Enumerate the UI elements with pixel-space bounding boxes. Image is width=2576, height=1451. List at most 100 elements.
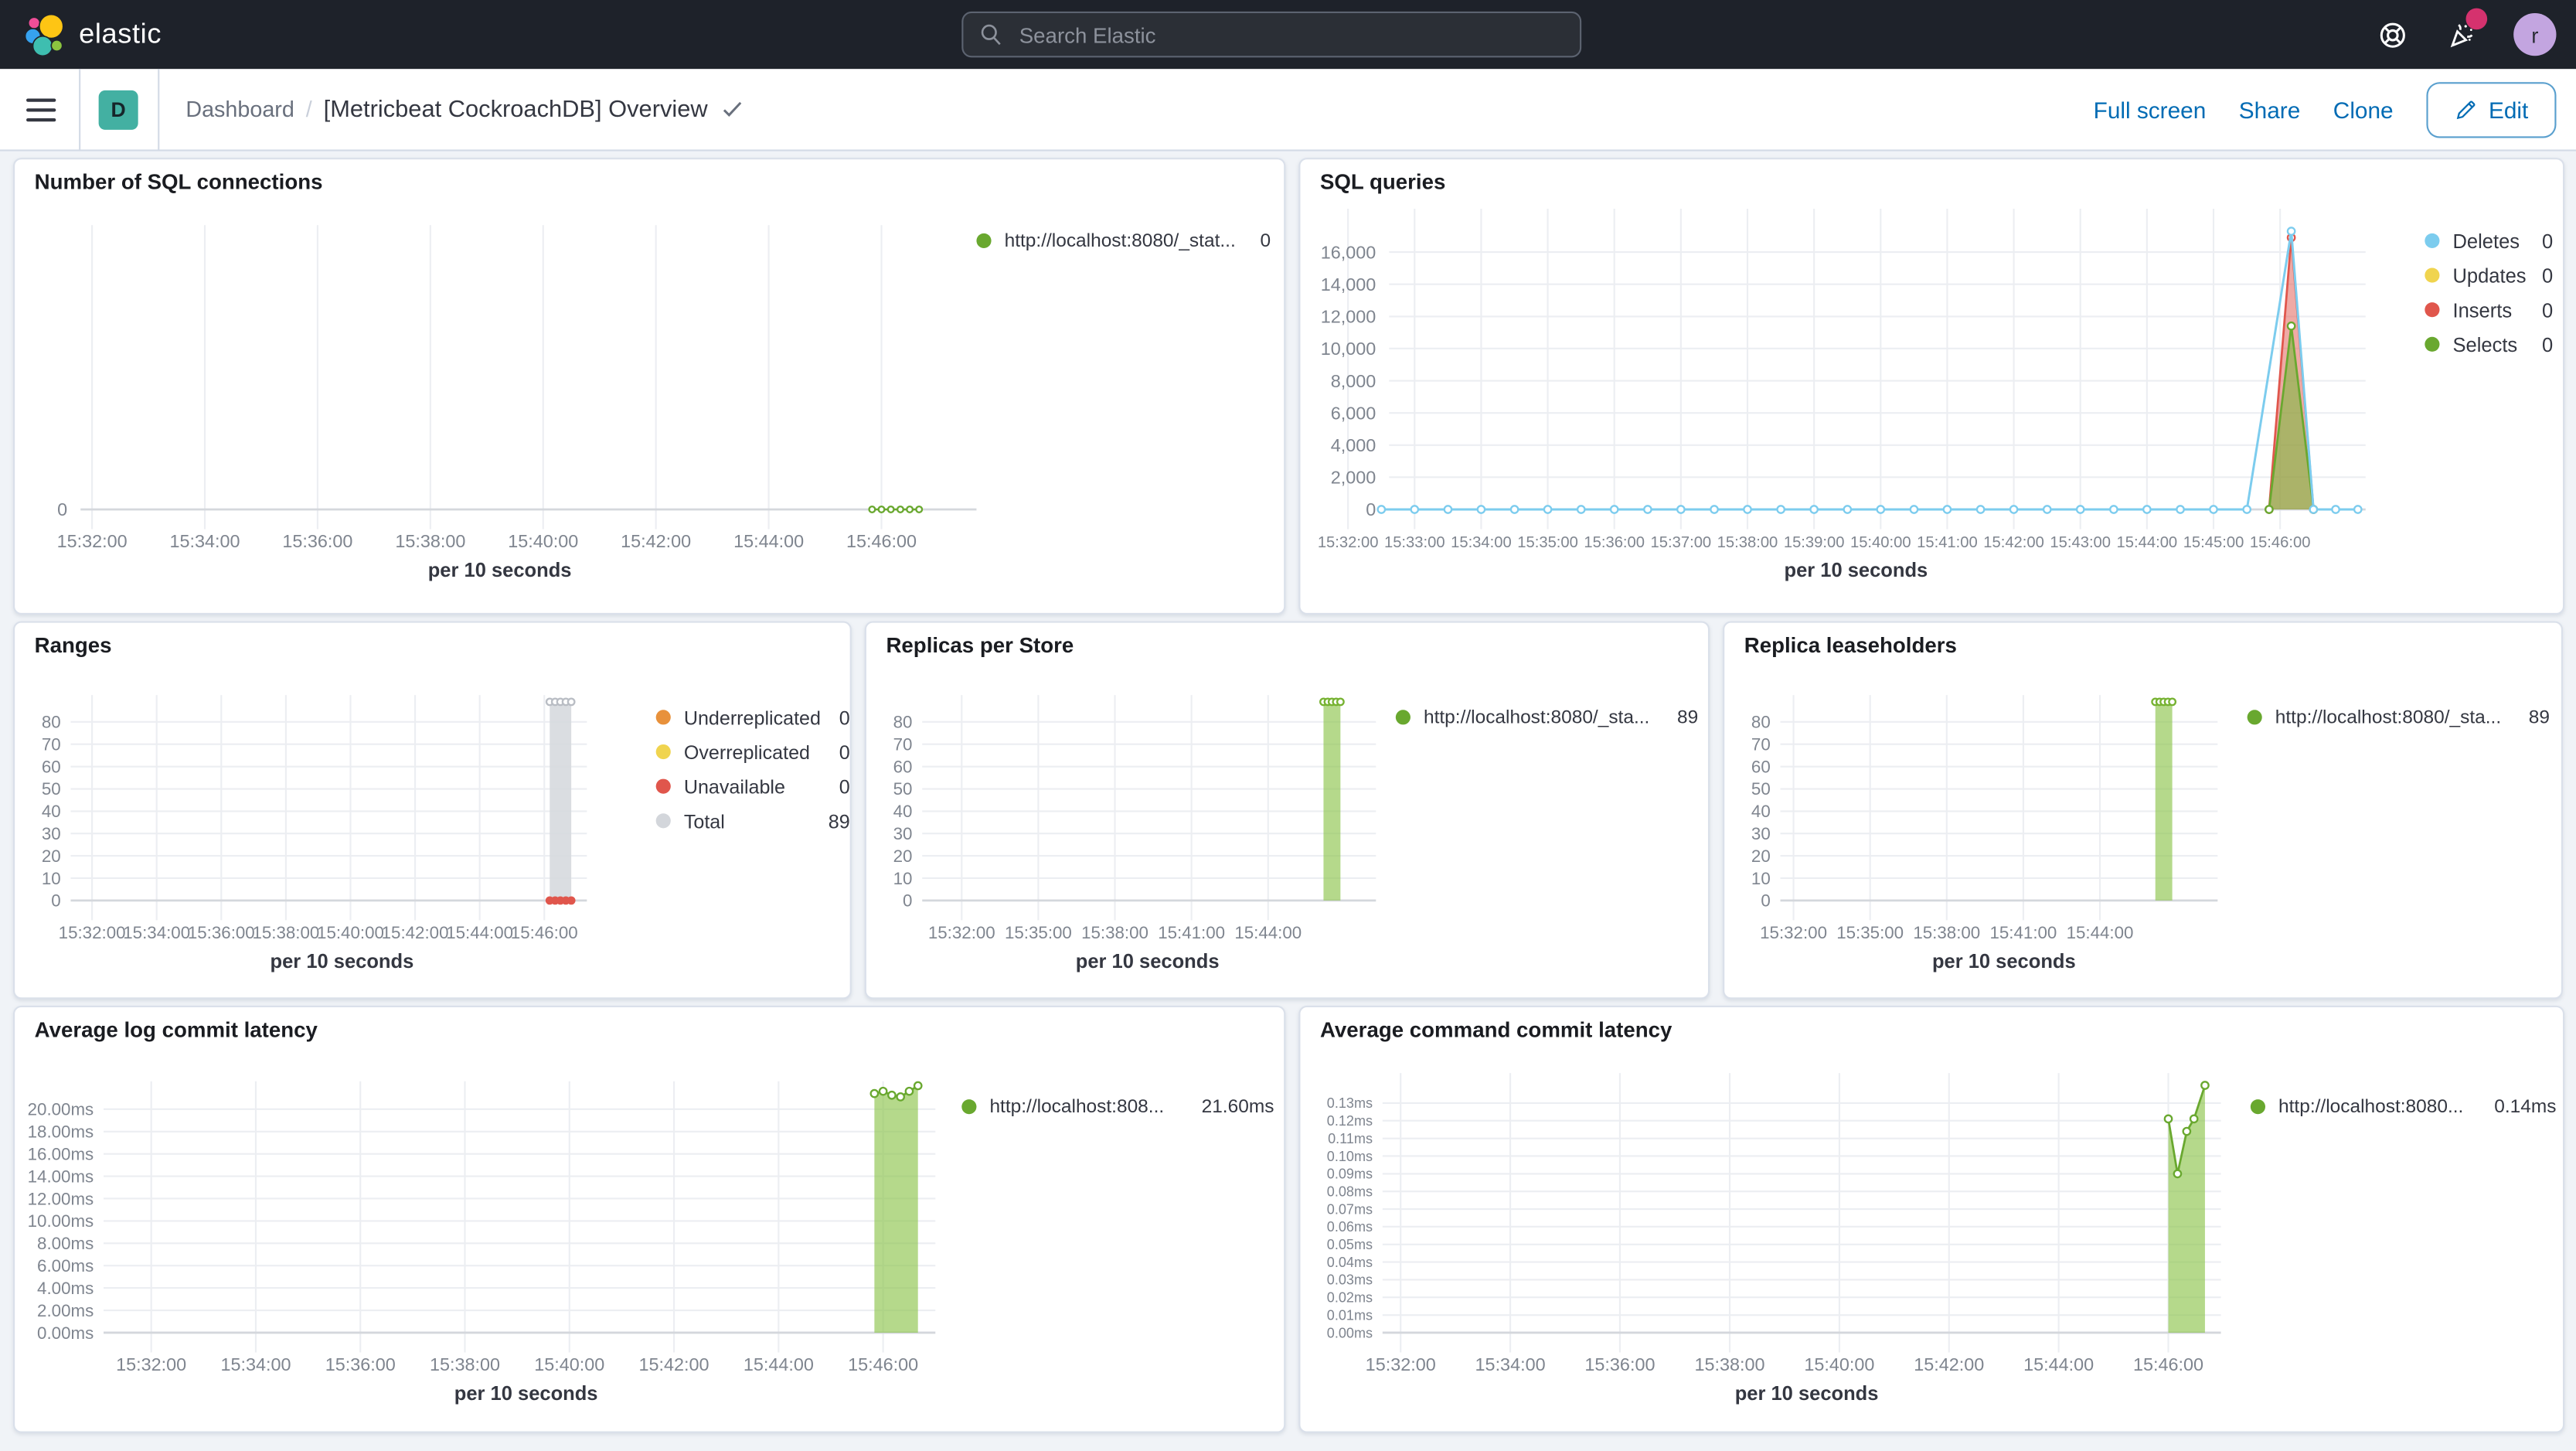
legend-value: 21.60ms — [1201, 1096, 1274, 1117]
svg-text:15:38:00: 15:38:00 — [1695, 1354, 1765, 1374]
svg-text:15:44:00: 15:44:00 — [744, 1354, 814, 1374]
legend-item[interactable]: Deletes 0 — [2425, 223, 2553, 258]
toolbar-divider — [79, 68, 81, 151]
series-leaseholders — [2151, 697, 2177, 901]
share-button[interactable]: Share — [2239, 97, 2300, 123]
svg-text:15:38:00: 15:38:00 — [1913, 923, 1980, 942]
help-icon[interactable] — [2376, 18, 2409, 51]
legend-value: 0 — [839, 740, 850, 764]
legend-value: 89 — [2528, 707, 2550, 727]
legend-item[interactable]: Inserts 0 — [2425, 292, 2553, 327]
svg-text:0.02ms: 0.02ms — [1327, 1290, 1373, 1306]
svg-text:15:45:00: 15:45:00 — [2183, 534, 2244, 551]
global-search[interactable] — [961, 11, 1582, 58]
legend-color-dot — [976, 233, 992, 248]
space-badge[interactable]: D — [98, 89, 138, 129]
elastic-logo[interactable]: elastic — [23, 13, 162, 56]
svg-text:0.04ms: 0.04ms — [1327, 1255, 1373, 1270]
legend-item[interactable]: Selects 0 — [2425, 327, 2553, 362]
grid — [80, 225, 977, 530]
svg-text:0: 0 — [1366, 499, 1376, 519]
svg-text:15:44:00: 15:44:00 — [2117, 534, 2178, 551]
svg-text:0.11ms: 0.11ms — [1328, 1131, 1373, 1146]
legend-value: 0 — [839, 705, 850, 729]
svg-text:15:42:00: 15:42:00 — [621, 531, 691, 551]
elastic-logo-icon — [24, 13, 64, 56]
legend-item[interactable]: Underreplicated 0 — [655, 700, 850, 735]
full-screen-button[interactable]: Full screen — [2094, 97, 2207, 123]
chart-legend: Underreplicated 0 Overreplicated 0 Unavailab… — [655, 700, 850, 839]
svg-text:15:46:00: 15:46:00 — [2250, 534, 2311, 551]
series-replicas — [1319, 697, 1345, 901]
svg-text:60: 60 — [893, 758, 913, 777]
x-axis-title: per 10 seconds — [454, 1383, 598, 1405]
series-Total — [545, 697, 576, 901]
svg-text:0: 0 — [1761, 891, 1770, 911]
svg-text:15:34:00: 15:34:00 — [1475, 1354, 1546, 1374]
x-axis-title: per 10 seconds — [271, 951, 414, 972]
x-axis-labels: 15:32:0015:34:0015:36:0015:38:0015:40:00… — [116, 1354, 918, 1374]
svg-text:10: 10 — [42, 869, 61, 888]
svg-text:80: 80 — [893, 713, 913, 732]
legend-item[interactable]: Unavailable 0 — [655, 769, 850, 804]
newsfeed-icon[interactable] — [2445, 8, 2488, 51]
svg-text:15:44:00: 15:44:00 — [2023, 1354, 2094, 1374]
clone-button[interactable]: Clone — [2333, 97, 2394, 123]
legend-item[interactable]: http://localhost:808... 21.60ms — [961, 1089, 1274, 1124]
legend-value: 89 — [1676, 707, 1699, 727]
svg-text:15:36:00: 15:36:00 — [282, 531, 352, 551]
legend-item[interactable]: http://localhost:8080... 0.14ms — [2250, 1089, 2556, 1124]
svg-text:15:37:00: 15:37:00 — [1651, 534, 1712, 551]
legend-value: 0 — [1260, 230, 1271, 251]
svg-text:15:38:00: 15:38:00 — [395, 531, 465, 551]
legend-color-dot — [1395, 710, 1411, 725]
legend-item[interactable]: Total 89 — [655, 803, 850, 838]
legend-color-dot — [2425, 267, 2440, 283]
svg-text:60: 60 — [1751, 758, 1771, 777]
svg-text:6,000: 6,000 — [1331, 403, 1376, 423]
svg-text:60: 60 — [42, 758, 61, 777]
panel-replica-leaseholders: Replica leaseholders 0 10 20 30 40 50 60 70 80 15… — [1723, 621, 2563, 1000]
legend-item[interactable]: http://localhost:8080/_stat... 0 — [976, 223, 1271, 258]
legend-label: Selects — [2452, 332, 2518, 356]
menu-icon[interactable] — [26, 97, 56, 121]
notification-badge — [2465, 8, 2488, 30]
dashboard-title[interactable]: [Metricbeat CockroachDB] Overview — [324, 96, 743, 122]
svg-text:50: 50 — [42, 779, 61, 799]
legend-item[interactable]: Overreplicated 0 — [655, 734, 850, 769]
y-axis-labels: 0.00ms 2.00ms 4.00ms 6.00ms 8.00ms 10.00ms 12.… — [28, 1100, 94, 1343]
svg-text:0.06ms: 0.06ms — [1327, 1219, 1373, 1235]
search-input[interactable] — [1016, 20, 1516, 49]
legend-color-dot — [2425, 233, 2440, 248]
svg-text:15:44:00: 15:44:00 — [1234, 923, 1302, 942]
svg-text:12,000: 12,000 — [1321, 306, 1376, 326]
edit-button[interactable]: Edit — [2426, 82, 2557, 138]
legend-label: http://localhost:808... — [989, 1096, 1165, 1117]
svg-text:0.13ms: 0.13ms — [1327, 1095, 1373, 1111]
legend-item[interactable]: http://localhost:8080/_sta... 89 — [1395, 700, 1699, 735]
user-avatar[interactable]: r — [2513, 13, 2557, 56]
svg-text:15:38:00: 15:38:00 — [1717, 534, 1778, 551]
legend-item[interactable]: Updates 0 — [2425, 258, 2553, 293]
legend-value: 89 — [828, 809, 850, 833]
svg-text:0: 0 — [57, 499, 67, 519]
svg-text:0.12ms: 0.12ms — [1327, 1113, 1373, 1129]
grid — [70, 695, 587, 921]
y-axis-labels: 0 10 20 30 40 50 60 70 80 — [1751, 713, 1771, 911]
svg-text:15:36:00: 15:36:00 — [1584, 534, 1645, 551]
svg-text:20.00ms: 20.00ms — [28, 1100, 94, 1119]
x-axis-title: per 10 seconds — [428, 560, 572, 581]
svg-text:15:41:00: 15:41:00 — [1989, 923, 2057, 942]
legend-color-dot — [655, 710, 671, 725]
svg-text:15:32:00: 15:32:00 — [1366, 1354, 1436, 1374]
chart-average-command-commit-latency: 0.00ms 0.01ms0.02ms 0.03ms 0.04ms 0.05ms 0.06… — [1327, 1073, 2221, 1405]
grid — [1780, 695, 2218, 921]
svg-text:8.00ms: 8.00ms — [37, 1234, 94, 1253]
x-axis-labels: 15:32:0015:34:0015:36:0015:38:0015:40:00… — [59, 923, 578, 942]
x-axis-labels: 15:32:0015:34:0015:36:0015:38:0015:40:00… — [1366, 1354, 2203, 1374]
svg-text:15:43:00: 15:43:00 — [2050, 534, 2111, 551]
svg-text:15:40:00: 15:40:00 — [1804, 1354, 1874, 1374]
legend-label: Deletes — [2452, 229, 2520, 253]
breadcrumb-dashboard[interactable]: Dashboard — [185, 97, 294, 121]
legend-item[interactable]: http://localhost:8080/_sta... 89 — [2247, 700, 2550, 735]
